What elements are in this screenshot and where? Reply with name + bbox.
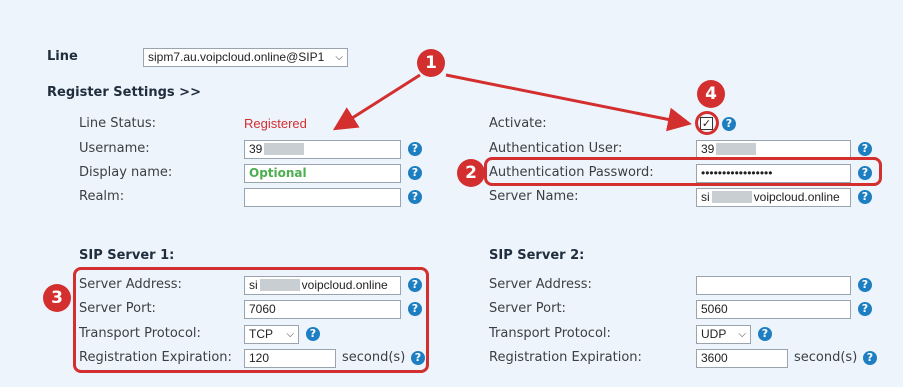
- highlight-sip-server-1: [73, 267, 429, 373]
- annotation-badge-4: 4: [697, 80, 725, 108]
- annotation-badge-3: 3: [43, 284, 71, 312]
- arrow-to-activate: [445, 73, 692, 132]
- annotation-badge-2: 2: [457, 159, 485, 187]
- highlight-activate-checkbox: [695, 111, 719, 135]
- arrow-to-line-status: [332, 73, 421, 131]
- annotation-badge-1: 1: [417, 49, 445, 77]
- highlight-auth-password: [484, 157, 882, 186]
